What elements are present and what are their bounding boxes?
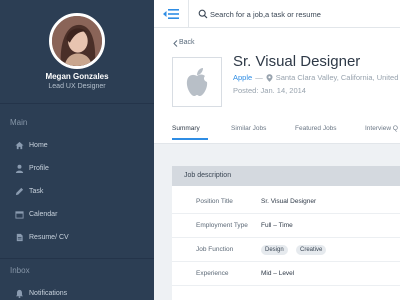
company-logo: [172, 57, 222, 107]
table-row: Employment Type Full – Time: [172, 214, 400, 238]
section-label-main: Main: [10, 118, 28, 127]
avatar-image: [52, 16, 102, 66]
profile-role: Lead UX Designer: [48, 83, 106, 90]
chevron-left-icon: [173, 40, 178, 47]
company-link[interactable]: Apple: [233, 73, 252, 82]
row-value: Sr. Visual Designer: [261, 198, 317, 205]
row-label: Job Function: [196, 246, 234, 253]
location-pin-icon: [266, 73, 273, 82]
calendar-icon: [15, 210, 24, 219]
row-value: Full – Time: [261, 222, 293, 229]
sidebar-item-label: Resume/ CV: [29, 233, 69, 241]
row-label: Employment Type: [196, 222, 248, 229]
tab-similar-jobs[interactable]: Similar Jobs: [231, 125, 266, 132]
table-row: Experience Mid – Level: [172, 262, 400, 286]
sidebar-item-label: Profile: [29, 164, 49, 172]
sidebar: Megan Gonzales Lead UX Designer Main Hom…: [0, 0, 154, 300]
apple-logo-icon: [186, 68, 208, 96]
avatar[interactable]: [49, 13, 105, 69]
sidebar-item-resume[interactable]: Resume/ CV: [0, 229, 154, 245]
tab-summary[interactable]: Summary: [172, 125, 200, 132]
search-input[interactable]: [210, 6, 396, 22]
posted-date: Posted: Jan. 14, 2014: [233, 86, 306, 95]
table-row: Position Title Sr. Visual Designer: [172, 190, 400, 214]
top-bar: [154, 0, 400, 28]
tag-badge[interactable]: Creative: [296, 245, 327, 255]
person-icon: [15, 164, 24, 173]
job-title: Sr. Visual Designer: [233, 53, 361, 70]
sidebar-divider: [0, 258, 154, 259]
panel-header: Job description: [172, 166, 400, 186]
row-label: Position Title: [196, 198, 233, 205]
sidebar-item-label: Notifications: [29, 289, 68, 297]
job-location: Santa Clara Valley, California, United: [275, 73, 399, 82]
sidebar-item-label: Home: [29, 141, 48, 149]
sidebar-item-profile[interactable]: Profile: [0, 160, 154, 176]
main-content: Back Sr. Visual Designer Apple — Santa C…: [154, 28, 400, 300]
menu-collapse-icon: [163, 9, 179, 19]
tag-badge[interactable]: Design: [261, 245, 288, 255]
sidebar-item-task[interactable]: Task: [0, 183, 154, 199]
active-tab-indicator: [172, 138, 208, 140]
topbar-divider: [188, 0, 189, 28]
menu-toggle-button[interactable]: [162, 6, 180, 22]
row-label: Experience: [196, 270, 229, 277]
table-row: Job Function Design Creative: [172, 238, 400, 262]
row-value: Mid – Level: [261, 270, 295, 277]
tab-interview-questions[interactable]: Interview Q: [365, 125, 398, 132]
job-header: Back Sr. Visual Designer Apple — Santa C…: [154, 28, 400, 116]
job-description-panel: Job description Position Title Sr. Visua…: [172, 166, 400, 300]
sidebar-item-label: Task: [29, 187, 44, 195]
back-link[interactable]: Back: [179, 39, 195, 46]
sidebar-item-notifications[interactable]: Notifications: [0, 285, 154, 300]
tab-featured-jobs[interactable]: Featured Jobs: [295, 125, 337, 132]
home-icon: [15, 141, 24, 150]
meta-separator: —: [255, 73, 263, 82]
bell-icon: [15, 289, 24, 298]
sidebar-item-calendar[interactable]: Calendar: [0, 206, 154, 222]
sidebar-item-home[interactable]: Home: [0, 137, 154, 153]
section-label-inbox: Inbox: [10, 266, 30, 275]
search-icon: [198, 9, 208, 19]
sidebar-item-label: Calendar: [29, 210, 58, 218]
document-icon: [15, 233, 24, 242]
panel-title: Job description: [184, 172, 232, 179]
profile-card: Megan Gonzales Lead UX Designer: [0, 0, 154, 104]
profile-name: Megan Gonzales: [45, 72, 109, 81]
job-meta: Apple — Santa Clara Valley, California, …: [233, 73, 398, 82]
pencil-icon: [15, 187, 24, 196]
